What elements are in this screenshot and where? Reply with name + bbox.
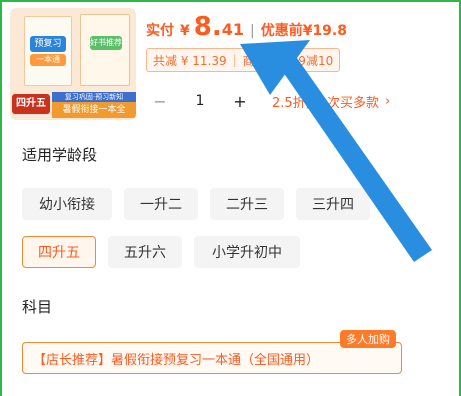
original-price: ¥19.8	[302, 23, 347, 39]
age-section-title: 适用学龄段	[22, 146, 98, 164]
cover-banner: 暑假衔接一本全	[52, 102, 136, 118]
total-saved: 共减 ¥ 11.39	[153, 53, 227, 68]
product-thumbnail[interactable]: 预复习 一本通 好书推荐 复习巩固·预习新知 四升五 暑假衔接一本全	[10, 8, 136, 120]
quantity-plus-button[interactable]: +	[226, 87, 254, 115]
chevron-right-icon[interactable]: ›	[385, 94, 390, 109]
age-option-4-5[interactable]: 四升五	[22, 236, 96, 268]
price-integer: 8.	[193, 12, 222, 42]
popular-badge: 多人加购	[340, 330, 396, 348]
quantity-value[interactable]: 1	[174, 87, 226, 115]
cover-green-tag: 好书推荐	[90, 36, 122, 50]
cover-title-blue: 预复习	[30, 36, 66, 52]
quantity-row: − 1 + 2.5折, 一次买多款 ›	[146, 86, 390, 116]
age-option-primary-to-middle[interactable]: 小学升初中	[194, 236, 300, 268]
cover-title-tag: 一本通	[30, 54, 66, 66]
age-option-3-4[interactable]: 三升四	[296, 188, 370, 220]
quantity-minus-button[interactable]: −	[146, 87, 174, 115]
original-price-label: 优惠前	[260, 23, 303, 39]
grade-tag: 四升五	[12, 94, 50, 114]
price-currency: ¥	[180, 23, 190, 39]
age-option-2-3[interactable]: 二升三	[210, 188, 284, 220]
book-cover-back	[80, 14, 130, 86]
coupon-text: 商品券满19减10	[242, 53, 334, 68]
cover-strip: 复习巩固·预习新知	[52, 92, 136, 102]
price-decimal: 41	[221, 20, 244, 39]
price-label: 实付	[146, 23, 174, 39]
age-option-5-6[interactable]: 五升六	[108, 236, 182, 268]
discount-summary[interactable]: 共减 ¥ 11.39 | 商品券满19减10	[146, 48, 341, 72]
discount-divider: |	[232, 53, 237, 67]
age-option-1-2[interactable]: 一升二	[124, 188, 198, 220]
price-separator: |	[249, 23, 255, 39]
subject-section-title: 科目	[22, 298, 53, 316]
price-row: 实付 ¥ 8. 41 | 优惠前 ¥19.8	[146, 12, 347, 48]
age-option-kindergarten[interactable]: 幼小衔接	[22, 188, 112, 220]
bulk-offer-link[interactable]: 2.5折, 一次买多款	[272, 92, 379, 111]
